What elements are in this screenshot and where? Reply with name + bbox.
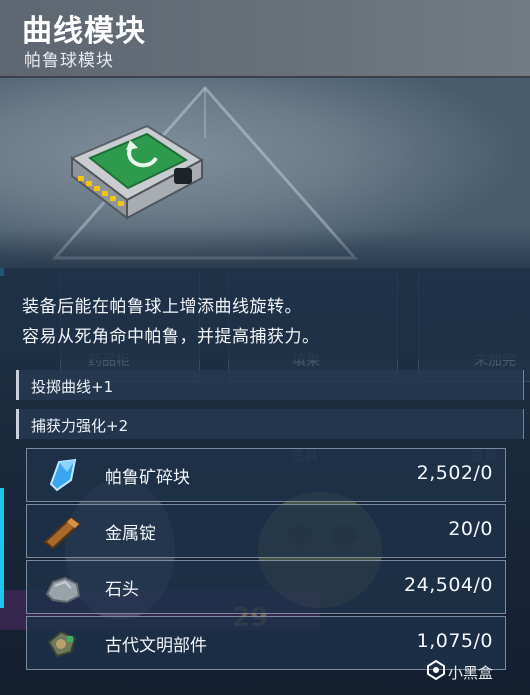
description-panel: 装备后能在帕鲁球上增添曲线旋转。 容易从死角命中帕鲁，并提高捕获力。 (0, 268, 530, 360)
material-row: 帕鲁矿碎块 2,502/0 (26, 448, 506, 502)
description-line: 装备后能在帕鲁球上增添曲线旋转。 (22, 297, 302, 317)
ancient-part-icon (47, 630, 77, 658)
item-preview (0, 78, 530, 268)
material-name: 帕鲁矿碎块 (105, 468, 190, 488)
material-count: 24,504/0 (404, 574, 493, 596)
header: 曲线模块 帕鲁球模块 (0, 0, 530, 78)
left-accent-bar (0, 488, 4, 608)
effect-label: 捕获力强化+2 (31, 417, 129, 435)
description-line: 容易从死角命中帕鲁，并提高捕获力。 (22, 327, 320, 347)
module-title: 曲线模块 (22, 14, 146, 49)
module-category: 帕鲁球模块 (24, 51, 114, 71)
material-count: 20/0 (448, 518, 493, 540)
material-row: 金属锭 20/0 (26, 504, 506, 558)
pal-fragment-icon (49, 458, 77, 492)
ingot-icon (43, 516, 81, 550)
effect-label: 投掷曲线+1 (31, 378, 114, 396)
xiaoheihe-logo-icon (427, 660, 445, 680)
material-count: 2,502/0 (416, 462, 493, 484)
stone-icon (45, 576, 81, 604)
material-name: 古代文明部件 (105, 636, 207, 656)
material-count: 1,075/0 (416, 630, 493, 652)
material-row: 石头 24,504/0 (26, 560, 506, 614)
material-name: 金属锭 (105, 524, 156, 544)
watermark-text: 小黑盒 (448, 664, 494, 682)
material-name: 石头 (105, 580, 139, 600)
effect-row: 投掷曲线+1 (16, 370, 524, 400)
effect-row: 捕获力强化+2 (16, 409, 524, 439)
preview-fade (0, 228, 530, 268)
curve-module-icon (70, 124, 205, 221)
